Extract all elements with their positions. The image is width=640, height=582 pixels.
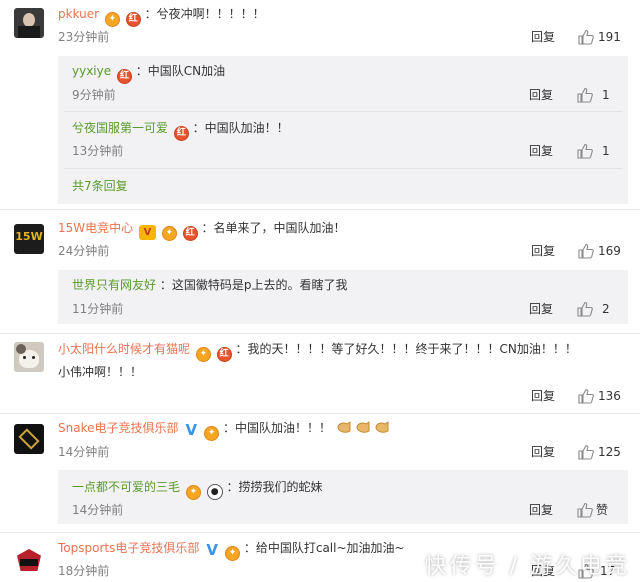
fan-badge-icon: 红 [125, 12, 141, 27]
reply-button[interactable]: 回复 [529, 300, 553, 318]
like-count: 191 [598, 30, 621, 44]
vip-level-icon: ✦ [195, 347, 211, 362]
vip-level-icon: ✦ [161, 226, 177, 241]
reply-line: 世界只有网友好 ：这国徽特码是p上去的。看瞎了我 [72, 275, 347, 295]
like-count: 2 [602, 302, 610, 316]
reply-username-link[interactable]: yyxiye [72, 64, 111, 78]
reply-username-link[interactable]: 一点都不可爱的三毛 [72, 480, 180, 494]
reply-button[interactable]: 回复 [531, 443, 555, 461]
reply-button[interactable]: 回复 [529, 142, 553, 160]
verified-blue-v-icon: V [206, 541, 218, 559]
comment-time: 18分钟前 [58, 564, 110, 578]
username-link[interactable]: 小太阳什么时候才有猫呢 [58, 342, 190, 356]
comment-text: ：中国队加油！！！ [222, 421, 331, 435]
vip-level-icon: ✦ [104, 12, 120, 27]
comment-text: ：给中国队打call~加油加油~ [243, 541, 405, 555]
comment-divider [0, 413, 640, 414]
fan-badge-icon: 红 [116, 69, 132, 84]
username-link[interactable]: pkkuer [58, 7, 99, 21]
verified-v-icon: V [138, 225, 156, 240]
fan-badge-icon: 红 [216, 347, 232, 362]
comment-divider [0, 209, 640, 210]
thumbs-up-icon[interactable] [578, 243, 594, 259]
reply-button[interactable]: 回复 [531, 242, 555, 260]
comment-text: ：名单来了，中国队加油！ [201, 221, 346, 235]
thumbs-up-icon[interactable] [577, 301, 593, 317]
comment-line: Topsports电子竞技俱乐部 V ✦ ：给中国队打call~加油加油~ [58, 538, 405, 561]
vip-level-icon: ✦ [204, 426, 220, 441]
thumbs-up-icon[interactable] [578, 29, 594, 45]
username-link[interactable]: Snake电子竞技俱乐部 [58, 421, 178, 435]
reply-button[interactable]: 回复 [531, 387, 555, 405]
watermark-text: 快传号 / 游久电竞 [424, 554, 630, 579]
like-count: 125 [598, 445, 621, 459]
divider [64, 168, 622, 169]
thumbs-up-icon[interactable] [577, 87, 593, 103]
username-link[interactable]: Topsports电子竞技俱乐部 [58, 541, 199, 555]
thumbs-up-icon[interactable] [577, 502, 593, 518]
vip-level-icon: ✦ [185, 485, 201, 500]
like-label[interactable]: 赞 [596, 501, 608, 519]
comment-line: 小太阳什么时候才有猫呢 ✦ 红 ：我的天！！！！等了好久！！！终于来了！！！CN… [58, 339, 577, 362]
avatar-snake[interactable] [14, 424, 44, 454]
panda-emoji-icon: ● [206, 484, 223, 500]
like-count: 136 [598, 389, 621, 403]
like-count: 1 [602, 88, 610, 102]
comment-text: ：兮夜冲啊！！！！！ [144, 7, 265, 21]
reply-button[interactable]: 回复 [531, 28, 555, 46]
divider [64, 111, 622, 112]
comment-line: 15W电竞中心 V ✦ 红 ：名单来了，中国队加油！ [58, 218, 345, 241]
comment-time: 14分钟前 [58, 445, 110, 459]
thumbs-up-icon[interactable] [577, 143, 593, 159]
like-count: 1 [602, 144, 610, 158]
reply-text: ：中国队CN加油 [135, 64, 226, 78]
reply-line: yyxiye 红 ：中国队CN加油 [72, 61, 225, 84]
comment-line: pkkuer ✦ 红 ：兮夜冲啊！！！！！ [58, 4, 265, 27]
verified-blue-v-icon: V [185, 421, 198, 439]
comment-text: ：我的天！！！！等了好久！！！终于来了！！！CN加油！！！ [235, 342, 577, 356]
avatar-logo-text: 15W [15, 230, 43, 243]
avatar-pkkuer[interactable] [14, 8, 44, 38]
emoji-icon [335, 419, 395, 435]
reply-time: 11分钟前 [72, 302, 124, 316]
reply-time: 13分钟前 [72, 144, 124, 158]
comment-line: Snake电子竞技俱乐部 V ✦ ：中国队加油！！！ [58, 418, 395, 441]
comment-divider [0, 532, 640, 533]
reply-time: 14分钟前 [72, 503, 124, 517]
reply-line: 一点都不可爱的三毛 ✦ ● ：捞捞我们的蛇妹 [72, 477, 323, 500]
reply-username-link[interactable]: 世界只有网友好 [72, 278, 156, 292]
fan-badge-icon: 红 [173, 126, 189, 141]
reply-text: ：中国队加油！！ [192, 121, 289, 135]
fan-badge-icon: 红 [182, 226, 198, 241]
comment-time: 24分钟前 [58, 244, 110, 258]
username-link[interactable]: 15W电竞中心 [58, 221, 133, 235]
avatar-15w[interactable]: 15W [14, 224, 44, 254]
reply-button[interactable]: 回复 [529, 86, 553, 104]
avatar-topsports[interactable] [14, 545, 44, 575]
avatar-cat[interactable] [14, 342, 44, 372]
like-count: 169 [598, 244, 621, 258]
thumbs-up-icon[interactable] [578, 444, 594, 460]
reply-text: ：这国徽特码是p上去的。看瞎了我 [159, 278, 348, 292]
vip-level-icon: ✦ [225, 546, 241, 561]
thumbs-up-icon[interactable] [578, 388, 594, 404]
comment-time: 23分钟前 [58, 30, 110, 44]
reply-text: ：捞捞我们的蛇妹 [226, 480, 323, 494]
comment-text-continued: 小伟冲啊！！！ [58, 365, 143, 379]
reply-line: 兮夜国服第一可爱 红 ：中国队加油！！ [72, 118, 289, 141]
more-replies-link[interactable]: 共7条回复 [72, 176, 128, 196]
reply-username-link[interactable]: 兮夜国服第一可爱 [72, 121, 168, 135]
reply-button[interactable]: 回复 [529, 501, 553, 519]
reply-time: 9分钟前 [72, 88, 116, 102]
comment-divider [0, 333, 640, 334]
